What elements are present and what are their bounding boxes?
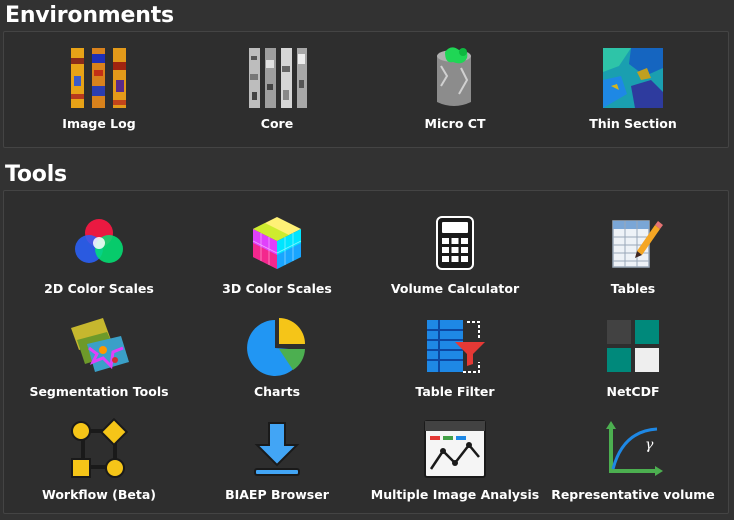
environments-heading: Environments [5,3,174,28]
tools-heading: Tools [5,162,67,187]
tool-workflow-beta[interactable]: Workflow (Beta) [10,409,188,505]
tool-3d-color-scales[interactable]: 3D Color Scales [188,203,366,299]
tool-tables[interactable]: Tables [544,203,722,299]
color-cube-icon [252,217,302,269]
tools-panel: 2D Color Scales 3D Color Scales Volume C… [3,190,729,514]
svg-text:γ: γ [645,437,654,453]
tool-representative-volume[interactable]: γ Representative volume [544,409,722,505]
tool-label: Charts [253,384,301,399]
rgb-circles-icon [75,219,123,263]
multi-image-analysis-icon [424,420,486,478]
tool-label: Tables [610,281,656,296]
tool-label: Multiple Image Analysis [370,487,540,502]
environment-micro-ct[interactable]: Micro CT [366,38,544,134]
tool-multiple-image-analysis[interactable]: Multiple Image Analysis [366,409,544,505]
environment-label: Core [260,116,294,131]
tool-label: Segmentation Tools [29,384,169,399]
environment-core[interactable]: Core [188,38,366,134]
tool-label: 3D Color Scales [222,281,332,296]
tool-2d-color-scales[interactable]: 2D Color Scales [10,203,188,299]
core-icon [249,48,307,108]
tool-charts[interactable]: Charts [188,306,366,402]
environment-label: Micro CT [424,116,486,131]
representative-volume-icon: γ [606,421,663,476]
download-icon [254,422,300,476]
netcdf-grid-icon [607,320,659,372]
segmentation-icon [71,318,129,372]
tool-label: 2D Color Scales [44,281,154,296]
tool-label: Volume Calculator [390,281,520,296]
workflow-icon [71,417,129,478]
environment-image-log[interactable]: Image Log [10,38,188,134]
environment-label: Image Log [62,116,136,131]
table-filter-icon [427,320,485,373]
pie-chart-icon [247,318,305,376]
tool-segmentation-tools[interactable]: Segmentation Tools [10,306,188,402]
micro-ct-icon [437,47,471,106]
environment-thin-section[interactable]: Thin Section [544,38,722,134]
tool-label: Representative volume [551,487,715,502]
tool-netcdf[interactable]: NetCDF [544,306,722,402]
environment-label: Thin Section [589,116,677,131]
tool-volume-calculator[interactable]: Volume Calculator [366,203,544,299]
tool-biaep-browser[interactable]: BIAEP Browser [188,409,366,505]
table-pencil-icon [612,220,663,268]
tool-label: BIAEP Browser [225,487,329,502]
tool-label: Table Filter [415,384,495,399]
tool-label: Workflow (Beta) [41,487,156,502]
environments-panel: Image Log Core Micro CT Thin Section [3,31,729,148]
image-log-icon [71,48,126,108]
thin-section-icon [603,48,663,108]
tool-table-filter[interactable]: Table Filter [366,306,544,402]
tool-label: NetCDF [606,384,660,399]
calculator-icon [436,216,474,270]
